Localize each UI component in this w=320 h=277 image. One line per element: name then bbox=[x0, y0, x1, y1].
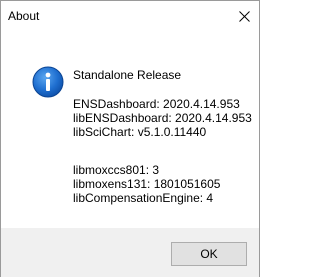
version-list: ENSDashboard: 2020.4.14.953 libENSDashbo… bbox=[73, 97, 252, 139]
library-item: libmoxens131: 1801051605 bbox=[73, 177, 221, 191]
version-item: libENSDashboard: 2020.4.14.953 bbox=[73, 111, 252, 125]
about-dialog: About Standalone Release ENSDashboard: 2… bbox=[0, 0, 260, 277]
information-icon bbox=[32, 66, 64, 98]
ok-button[interactable]: OK bbox=[171, 242, 247, 266]
library-item: libCompensationEngine: 4 bbox=[73, 191, 214, 205]
version-item: ENSDashboard: 2020.4.14.953 bbox=[73, 97, 240, 111]
version-item: libSciChart: v5.1.0.11440 bbox=[73, 125, 207, 139]
title-bar[interactable]: About bbox=[1, 1, 259, 31]
window-title: About bbox=[8, 9, 40, 23]
library-list: libmoxccs801: 3 libmoxens131: 1801051605… bbox=[73, 163, 220, 205]
close-icon bbox=[238, 10, 250, 22]
dialog-footer: OK bbox=[1, 228, 259, 277]
close-button[interactable] bbox=[229, 1, 259, 31]
release-heading: Standalone Release bbox=[73, 68, 182, 82]
dialog-content: Standalone Release ENSDashboard: 2020.4.… bbox=[1, 31, 259, 228]
library-item: libmoxccs801: 3 bbox=[73, 163, 160, 177]
